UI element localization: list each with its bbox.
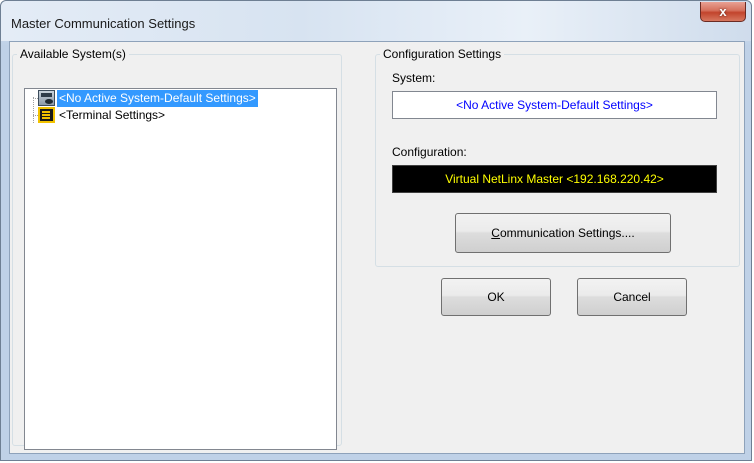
ok-label: OK [487, 290, 505, 304]
dialog-client-area: Available System(s) <No Active System-De… [9, 41, 745, 454]
cancel-button[interactable]: Cancel [577, 278, 687, 316]
cancel-label: Cancel [613, 290, 651, 304]
available-systems-group: Available System(s) <No Active System-De… [12, 47, 342, 450]
tree-item-label: <Terminal Settings> [59, 108, 166, 122]
tree-item-label: <No Active System-Default Settings> [59, 91, 256, 105]
window-title: Master Communication Settings [11, 16, 196, 31]
tree-item-terminal-settings[interactable]: <Terminal Settings> [57, 107, 167, 124]
close-icon: x [719, 4, 727, 19]
close-button[interactable]: x [700, 2, 746, 22]
communication-settings-button[interactable]: Communication Settings.... [455, 213, 671, 253]
configuration-value: Virtual NetLinx Master <192.168.220.42> [445, 172, 664, 186]
configuration-settings-legend: Configuration Settings [380, 47, 505, 61]
title-bar[interactable]: Master Communication Settings x [1, 1, 751, 41]
tree-item-default-settings[interactable]: <No Active System-Default Settings> [57, 90, 258, 107]
configuration-label: Configuration: [392, 145, 467, 159]
configuration-value-field: Virtual NetLinx Master <192.168.220.42> [392, 165, 717, 193]
available-systems-legend: Available System(s) [17, 47, 129, 61]
dialog-window: Master Communication Settings x Availabl… [0, 0, 752, 461]
systems-tree[interactable]: <No Active System-Default Settings> <Ter… [24, 88, 337, 450]
system-icon [38, 90, 55, 106]
communication-settings-label: Communication Settings.... [491, 226, 635, 240]
ok-button[interactable]: OK [441, 278, 551, 316]
terminal-icon [38, 107, 55, 123]
configuration-settings-group: Configuration Settings System: <No Activ… [375, 47, 740, 267]
system-value: <No Active System-Default Settings> [456, 98, 653, 112]
system-value-field: <No Active System-Default Settings> [392, 91, 717, 119]
system-label: System: [392, 71, 436, 85]
